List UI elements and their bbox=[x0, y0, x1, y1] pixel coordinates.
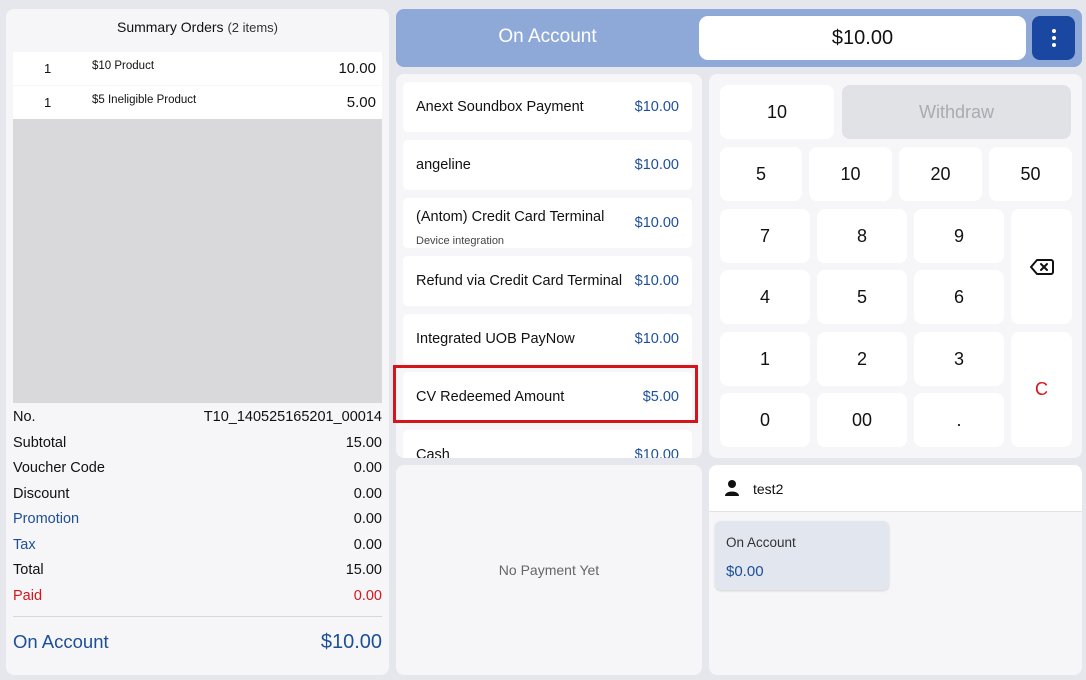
decimal-button[interactable]: . bbox=[914, 393, 1004, 447]
summary-title: Summary Orders (2 items) bbox=[116, 19, 279, 35]
digit-3-button[interactable]: 3 bbox=[914, 332, 1004, 386]
digit-5-button[interactable]: 5 bbox=[817, 270, 907, 324]
quick-amount-20-button[interactable]: 20 bbox=[899, 147, 982, 201]
digit-4-button[interactable]: 4 bbox=[720, 270, 810, 324]
digit-0-button[interactable]: 0 bbox=[720, 393, 810, 447]
digit-1-button[interactable]: 1 bbox=[720, 332, 810, 386]
payment-method-item[interactable]: Integrated UOB PayNow $10.00 bbox=[403, 314, 692, 364]
digit-2-button[interactable]: 2 bbox=[817, 332, 907, 386]
payment-method-title: On Account bbox=[498, 26, 597, 47]
item-name: $5 Ineligible Product bbox=[92, 94, 197, 106]
order-item-row[interactable]: 1 $5 Ineligible Product 5.00 bbox=[13, 86, 382, 119]
item-qty: 1 bbox=[44, 95, 52, 110]
empty-payments-message: No Payment Yet bbox=[498, 562, 600, 578]
total-line: Total 15.00 bbox=[13, 562, 382, 578]
payment-method-item[interactable]: CV Redeemed Amount $5.00 bbox=[403, 372, 692, 422]
item-qty: 1 bbox=[44, 61, 52, 76]
withdraw-button[interactable]: Withdraw bbox=[842, 85, 1071, 139]
quick-amount-50-button[interactable]: 50 bbox=[989, 147, 1072, 201]
digit-00-button[interactable]: 00 bbox=[817, 393, 907, 447]
customer-panel: test2 On Account $0.00 bbox=[709, 465, 1082, 675]
quick-amount-5-button[interactable]: 5 bbox=[720, 147, 802, 201]
payment-methods-list[interactable]: Anext Soundbox Payment $10.00 angeline $… bbox=[396, 74, 702, 458]
paid-line: Paid 0.00 bbox=[13, 588, 382, 604]
payment-method-item[interactable]: Refund via Credit Card Terminal $10.00 bbox=[403, 256, 692, 306]
tender-amount-field[interactable]: $10.00 bbox=[699, 16, 1026, 60]
kebab-menu-icon[interactable] bbox=[1032, 16, 1075, 60]
clear-button[interactable]: C bbox=[1011, 332, 1072, 447]
customer-name: test2 bbox=[753, 481, 784, 497]
receipt-number-line: No. T10_140525165201_00014 bbox=[13, 409, 382, 425]
user-icon bbox=[725, 480, 739, 496]
item-count: (2 items) bbox=[227, 20, 279, 35]
order-item-row[interactable]: 1 $10 Product 10.00 bbox=[13, 52, 382, 85]
order-summary-panel: Summary Orders (2 items) 1 $10 Product 1… bbox=[6, 9, 389, 675]
digit-7-button[interactable]: 7 bbox=[720, 209, 810, 263]
item-amount: 10.00 bbox=[338, 60, 376, 77]
payment-method-item[interactable]: Cash $10.00 bbox=[403, 430, 692, 458]
item-name: $10 Product bbox=[92, 60, 155, 72]
digit-8-button[interactable]: 8 bbox=[817, 209, 907, 263]
summary-divider bbox=[13, 616, 382, 617]
payment-method-item[interactable]: Anext Soundbox Payment $10.00 bbox=[403, 82, 692, 132]
account-label: On Account bbox=[726, 535, 796, 550]
numeric-keypad: 10 Withdraw 5 10 20 50 7 8 9 4 5 6 1 2 3… bbox=[709, 74, 1082, 458]
item-amount: 5.00 bbox=[346, 94, 376, 111]
payment-method-item[interactable]: angeline $10.00 bbox=[403, 140, 692, 190]
payments-list: No Payment Yet bbox=[396, 465, 702, 675]
payment-header: On Account $10.00 bbox=[396, 9, 1082, 67]
tax-line[interactable]: Tax 0.00 bbox=[13, 537, 382, 559]
backspace-icon bbox=[1029, 258, 1054, 275]
customer-header[interactable]: test2 bbox=[709, 465, 1082, 512]
digit-9-button[interactable]: 9 bbox=[914, 209, 1004, 263]
digit-6-button[interactable]: 6 bbox=[914, 270, 1004, 324]
account-balance: $0.00 bbox=[726, 563, 764, 580]
quick-amount-10-button[interactable]: 10 bbox=[809, 147, 892, 201]
subtotal-line: Subtotal 15.00 bbox=[13, 435, 382, 451]
voucher-code-line: Voucher Code 0.00 bbox=[13, 460, 382, 476]
discount-line: Discount 0.00 bbox=[13, 486, 382, 502]
backspace-button[interactable] bbox=[1011, 209, 1072, 324]
amount-display[interactable]: 10 bbox=[720, 85, 834, 139]
on-account-balance-card[interactable]: On Account $0.00 bbox=[715, 521, 889, 590]
payment-method-item[interactable]: (Antom) Credit Card Terminal Device inte… bbox=[403, 198, 692, 248]
order-list-empty-area bbox=[13, 119, 382, 403]
promotion-line[interactable]: Promotion 0.00 bbox=[13, 511, 382, 533]
